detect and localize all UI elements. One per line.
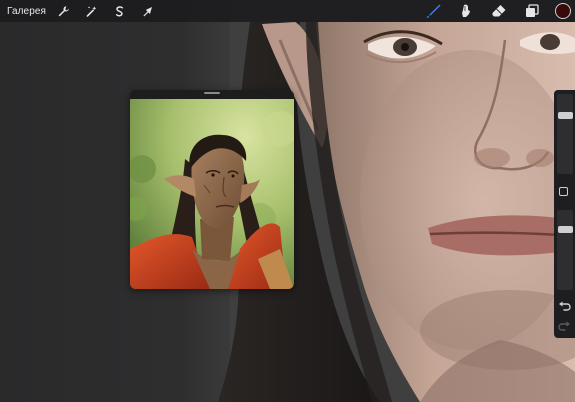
transform-button[interactable]	[139, 3, 155, 19]
layers-tool[interactable]	[523, 2, 541, 20]
eraser-icon	[492, 5, 506, 17]
brush-opacity-slider[interactable]	[557, 210, 573, 290]
brush-opacity-thumb[interactable]	[558, 226, 573, 233]
brush-size-thumb[interactable]	[558, 112, 573, 119]
gallery-button[interactable]: Галерея	[7, 6, 46, 17]
layers-icon	[526, 4, 539, 17]
wrench-icon	[58, 5, 69, 16]
smudge-icon	[462, 4, 470, 18]
magic-wand-icon	[86, 5, 96, 17]
selection-button[interactable]	[111, 3, 127, 19]
brush-icon	[426, 4, 441, 18]
smudge-tool[interactable]	[457, 2, 475, 20]
drag-handle[interactable]	[204, 92, 220, 94]
adjustments-button[interactable]	[83, 3, 99, 19]
redo-icon[interactable]	[558, 320, 571, 332]
eraser-tool[interactable]	[490, 2, 508, 20]
brush-size-slider[interactable]	[557, 94, 573, 174]
modify-button[interactable]	[559, 187, 568, 196]
top-toolbar: Галерея	[0, 0, 575, 22]
tool-group	[409, 0, 571, 22]
undo-icon[interactable]	[558, 300, 571, 312]
selection-s-icon	[115, 5, 123, 16]
arrow-cursor-icon	[143, 6, 152, 16]
brush-tool[interactable]	[424, 2, 442, 20]
brush-sidebar	[554, 90, 575, 338]
reference-window[interactable]	[130, 90, 294, 289]
reference-window-header[interactable]	[130, 90, 294, 99]
color-picker-button[interactable]	[555, 3, 571, 19]
actions-button[interactable]	[55, 3, 71, 19]
reference-image	[130, 99, 294, 289]
